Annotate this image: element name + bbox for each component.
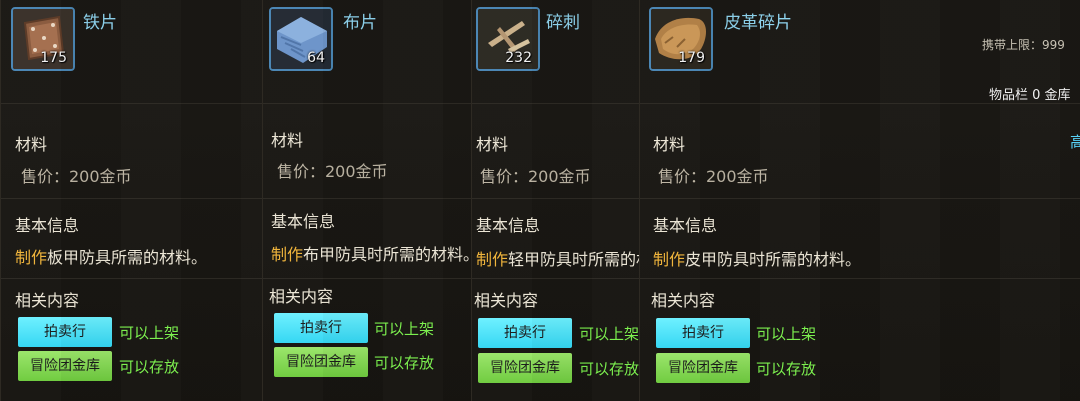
vault-status: 可以存放 <box>119 358 180 376</box>
related-label: 相关内容 <box>651 291 716 310</box>
basic-info-label: 基本信息 <box>15 216 80 235</box>
basic-info-label: 基本信息 <box>476 216 541 235</box>
craft-keyword: 制作 <box>15 248 48 267</box>
item-tooltip-broken-thorn: 232 碎刺 材料 售价：200金币 基本信息 制作轻甲防具时所需的材料。 相关… <box>471 0 639 401</box>
item-count: 64 <box>307 50 325 66</box>
item-slot[interactable]: 175 <box>11 7 75 71</box>
related-label: 相关内容 <box>269 287 334 306</box>
description-rest: 轻甲防具时所需的材料。 <box>508 250 639 269</box>
category-label: 材料 <box>15 135 48 154</box>
inventory-count-text: 物品栏 0 金库 <box>989 88 1071 103</box>
auction-house-button[interactable]: 拍卖行 <box>478 318 572 348</box>
auction-status: 可以上架 <box>579 325 639 343</box>
description-rest: 布甲防具时所需的材料。 <box>303 245 471 264</box>
basic-info-section: 基本信息 制作皮甲防具时所需的材料。 <box>640 198 1080 279</box>
item-name: 碎刺 <box>546 13 580 33</box>
category-section: 材料 高 售价：200金币 <box>640 103 1080 199</box>
category-section: 材料 售价：200金币 <box>263 103 471 199</box>
auction-status: 可以上架 <box>119 324 180 342</box>
item-description: 制作皮甲防具时所需的材料。 <box>653 246 861 270</box>
item-slot[interactable]: 179 <box>649 7 713 71</box>
price-text: 售价：200金币 <box>277 162 388 181</box>
item-tooltip-cloth-piece: 64 布片 材料 售价：200金币 基本信息 制作布甲防具时所需的材料。 相关内… <box>262 0 471 401</box>
vault-status: 可以存放 <box>374 354 435 372</box>
basic-info-section: 基本信息 制作轻甲防具时所需的材料。 <box>472 198 639 279</box>
guild-vault-button[interactable]: 冒险团金库 <box>18 351 112 381</box>
carry-limit-text: 携带上限：999 <box>982 38 1065 52</box>
auction-house-button[interactable]: 拍卖行 <box>274 313 368 343</box>
category-section: 材料 售价：200金币 <box>1 103 262 199</box>
price-text: 售价：200金币 <box>658 167 769 186</box>
item-name: 布片 <box>343 13 377 33</box>
auction-status: 可以上架 <box>374 320 435 338</box>
category-label: 材料 <box>653 135 686 154</box>
basic-info-section: 基本信息 制作布甲防具时所需的材料。 <box>263 198 471 279</box>
category-label: 材料 <box>476 135 509 154</box>
vault-status: 可以存放 <box>756 360 817 378</box>
tooltip-header: 179 皮革碎片 携带上限：999 物品栏 0 金库 <box>640 0 1080 104</box>
description-rest: 皮甲防具时所需的材料。 <box>685 250 862 269</box>
item-tooltip-leather-scrap: 179 皮革碎片 携带上限：999 物品栏 0 金库 材料 高 售价：200金币… <box>639 0 1080 401</box>
related-label: 相关内容 <box>474 291 539 310</box>
auction-status: 可以上架 <box>756 325 817 343</box>
item-description: 制作布甲防具时所需的材料。 <box>271 241 471 265</box>
description-rest: 板甲防具所需的材料。 <box>47 248 208 267</box>
guild-vault-button[interactable]: 冒险团金库 <box>656 353 750 383</box>
item-description: 制作板甲防具所需的材料。 <box>15 244 207 268</box>
basic-info-section: 基本信息 制作板甲防具所需的材料。 <box>1 198 262 279</box>
item-name: 皮革碎片 <box>724 13 792 33</box>
tooltip-header: 232 碎刺 <box>472 0 639 104</box>
auction-house-button[interactable]: 拍卖行 <box>18 317 112 347</box>
tier-text: 高 <box>1070 131 1080 152</box>
craft-keyword: 制作 <box>271 245 304 264</box>
craft-keyword: 制作 <box>653 250 686 269</box>
basic-info-label: 基本信息 <box>653 216 718 235</box>
item-slot[interactable]: 64 <box>269 7 333 71</box>
item-count: 232 <box>505 50 532 66</box>
item-count: 175 <box>40 50 67 66</box>
category-label: 材料 <box>271 131 304 150</box>
item-tooltip-iron-plate: 175 铁片 材料 售价：200金币 基本信息 制作板甲防具所需的材料。 相关内… <box>0 0 262 401</box>
item-slot[interactable]: 232 <box>476 7 540 71</box>
craft-keyword: 制作 <box>476 250 509 269</box>
vault-status: 可以存放 <box>579 360 639 378</box>
tooltip-header: 64 布片 <box>263 0 471 104</box>
category-section: 材料 售价：200金币 <box>472 103 639 199</box>
auction-house-button[interactable]: 拍卖行 <box>656 318 750 348</box>
related-label: 相关内容 <box>15 291 80 310</box>
tooltip-header: 175 铁片 <box>1 0 262 104</box>
item-description: 制作轻甲防具时所需的材料。 <box>476 246 639 270</box>
item-count: 179 <box>678 50 705 66</box>
price-text: 售价：200金币 <box>480 167 591 186</box>
guild-vault-button[interactable]: 冒险团金库 <box>274 347 368 377</box>
guild-vault-button[interactable]: 冒险团金库 <box>478 353 572 383</box>
item-name: 铁片 <box>83 13 117 33</box>
basic-info-label: 基本信息 <box>271 212 336 231</box>
price-text: 售价：200金币 <box>21 167 132 186</box>
